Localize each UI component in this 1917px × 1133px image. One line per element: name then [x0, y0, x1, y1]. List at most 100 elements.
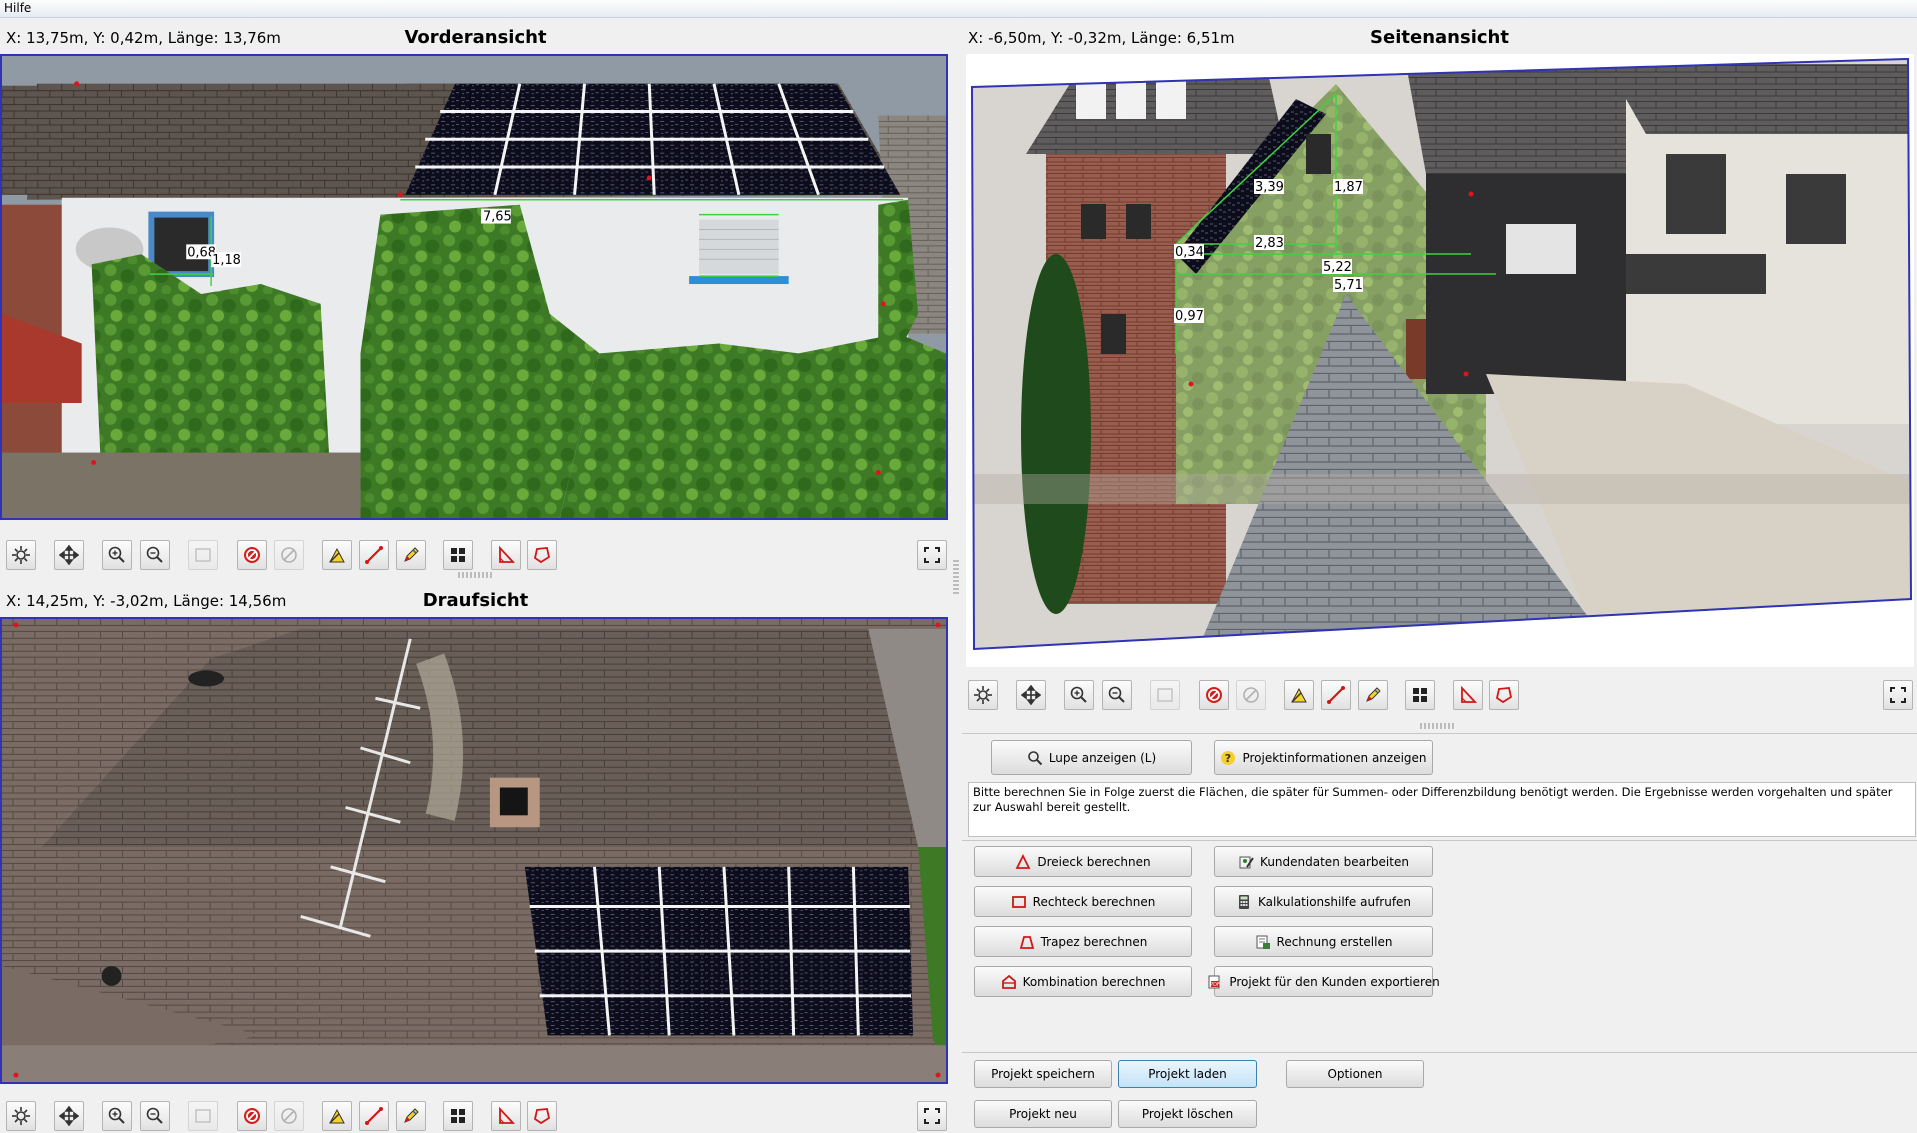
front-view-drawing[interactable]: 7,65 0,68 1,18: [2, 56, 946, 518]
zoom-in-tool-button[interactable]: [102, 540, 132, 570]
zoom-in-icon: [108, 546, 125, 563]
options-button[interactable]: Optionen: [1286, 1060, 1424, 1088]
fullscreen-tool-button[interactable]: [1883, 680, 1913, 710]
triangle-tool-tool-button[interactable]: [1453, 680, 1483, 710]
triangle-tool-tool-button[interactable]: [491, 1101, 521, 1131]
side-view-title: Seitenansicht: [1370, 27, 1509, 48]
top-view-image[interactable]: [0, 617, 948, 1084]
front-view-image[interactable]: 7,65 0,68 1,18: [0, 54, 948, 520]
new-project-button[interactable]: Projekt neu: [974, 1100, 1112, 1128]
zoom-out-tool-button[interactable]: [140, 540, 170, 570]
panel-grid-tool-button[interactable]: [1405, 680, 1435, 710]
delete-icon: [244, 1108, 260, 1124]
menu-help[interactable]: Hilfe: [4, 1, 31, 15]
zoom-in-tool-button[interactable]: [1064, 680, 1094, 710]
settings-icon: [12, 546, 30, 564]
rectangle-select-tool-button[interactable]: [1150, 680, 1180, 710]
measure-line-tool-button[interactable]: [1321, 680, 1351, 710]
side-measure-label: 2,83: [1255, 236, 1284, 251]
trapezoid-icon: [1019, 934, 1035, 950]
measure-angle-icon: [329, 547, 345, 563]
question-icon: ?: [1220, 750, 1236, 766]
invoice-button[interactable]: Rechnung erstellen: [1214, 926, 1433, 957]
rectangle-select-tool-button[interactable]: [188, 1101, 218, 1131]
rectangle-icon: [1011, 894, 1027, 910]
move-icon: [1021, 685, 1041, 705]
settings-tool-button[interactable]: [6, 540, 36, 570]
delete-project-button[interactable]: Projekt löschen: [1118, 1100, 1257, 1128]
measure-angle-tool-button[interactable]: [1284, 680, 1314, 710]
settings-icon: [12, 1107, 30, 1125]
load-project-button[interactable]: Projekt laden: [1118, 1060, 1257, 1088]
move-tool-button[interactable]: [1016, 680, 1046, 710]
move-tool-button[interactable]: [54, 540, 84, 570]
side-measure-label: 1,87: [1334, 180, 1363, 195]
polygon-tool-tool-button[interactable]: [527, 540, 557, 570]
calculator-icon: [1236, 894, 1252, 910]
delete-icon: [244, 547, 260, 563]
clear-tool-button[interactable]: [1236, 680, 1266, 710]
triangle-tool-tool-button[interactable]: [491, 540, 521, 570]
magnifier-icon: [1027, 750, 1043, 766]
panel-grid-icon: [451, 1109, 465, 1123]
vertical-splitter[interactable]: [951, 20, 961, 1133]
export-button[interactable]: PDF Projekt für den Kunden exportieren: [1208, 966, 1440, 997]
pen-tool-button[interactable]: [1358, 680, 1388, 710]
triangle-tool-icon: [1461, 685, 1478, 703]
panel-grid-tool-button[interactable]: [443, 540, 473, 570]
hint-text: Bitte berechnen Sie in Folge zuerst die …: [968, 782, 1916, 837]
panel-separator: [962, 733, 1917, 734]
rectangle-calc-button[interactable]: Rechteck berechnen: [974, 886, 1192, 917]
magnifier-button[interactable]: Lupe anzeigen (L): [991, 740, 1192, 775]
move-icon: [59, 545, 79, 565]
combination-calc-button[interactable]: Kombination berechnen: [974, 966, 1192, 997]
rectangle-select-tool-button[interactable]: [188, 540, 218, 570]
fullscreen-icon: [924, 1108, 940, 1124]
triangle-calc-button[interactable]: Dreieck berechnen: [974, 846, 1192, 877]
clear-icon: [1243, 687, 1259, 703]
zoom-out-tool-button[interactable]: [1102, 680, 1132, 710]
clear-tool-button[interactable]: [274, 540, 304, 570]
splitter-grip[interactable]: [1420, 723, 1454, 729]
move-tool-button[interactable]: [54, 1101, 84, 1131]
splitter-grip[interactable]: [458, 572, 492, 578]
measure-line-tool-button[interactable]: [359, 540, 389, 570]
settings-tool-button[interactable]: [968, 680, 998, 710]
pen-tool-button[interactable]: [396, 1101, 426, 1131]
customer-data-button[interactable]: Kundendaten bearbeiten: [1214, 846, 1433, 877]
clear-tool-button[interactable]: [274, 1101, 304, 1131]
delete-tool-button[interactable]: [237, 1101, 267, 1131]
delete-tool-button[interactable]: [237, 540, 267, 570]
fullscreen-tool-button[interactable]: [917, 540, 947, 570]
measure-angle-tool-button[interactable]: [322, 540, 352, 570]
fullscreen-tool-button[interactable]: [917, 1101, 947, 1131]
side-view-image[interactable]: 3,39 1,87 0,34 2,83 5,22 5,71 0,97: [966, 54, 1914, 667]
side-measure-label: 5,71: [1334, 278, 1363, 293]
zoom-in-icon: [1070, 686, 1087, 703]
pen-icon: [404, 1108, 419, 1123]
save-project-label: Projekt speichern: [991, 1067, 1095, 1081]
top-view-pane: X: 14,25m, Y: -3,02m, Länge: 14,56m Drau…: [0, 583, 951, 1133]
side-view-drawing[interactable]: 3,39 1,87 0,34 2,83 5,22 5,71 0,97: [966, 54, 1914, 667]
export-icon: PDF: [1207, 974, 1223, 990]
project-info-button[interactable]: ? Projektinformationen anzeigen: [1214, 740, 1433, 775]
svg-text:?: ?: [1225, 752, 1231, 765]
top-view-drawing[interactable]: [2, 619, 946, 1082]
save-project-button[interactable]: Projekt speichern: [974, 1060, 1112, 1088]
calc-help-label: Kalkulationshilfe aufrufen: [1257, 894, 1412, 909]
splitter-grip[interactable]: [953, 560, 959, 594]
trapezoid-calc-button[interactable]: Trapez berechnen: [974, 926, 1192, 957]
calc-help-button[interactable]: Kalkulationshilfe aufrufen: [1214, 886, 1433, 917]
zoom-out-tool-button[interactable]: [140, 1101, 170, 1131]
panel-grid-tool-button[interactable]: [443, 1101, 473, 1131]
measure-line-tool-button[interactable]: [359, 1101, 389, 1131]
polygon-tool-tool-button[interactable]: [1489, 680, 1519, 710]
rectangle-select-icon: [195, 548, 211, 562]
polygon-tool-tool-button[interactable]: [527, 1101, 557, 1131]
pen-tool-button[interactable]: [396, 540, 426, 570]
fullscreen-icon: [1890, 687, 1906, 703]
delete-tool-button[interactable]: [1199, 680, 1229, 710]
measure-angle-tool-button[interactable]: [322, 1101, 352, 1131]
zoom-in-tool-button[interactable]: [102, 1101, 132, 1131]
settings-tool-button[interactable]: [6, 1101, 36, 1131]
